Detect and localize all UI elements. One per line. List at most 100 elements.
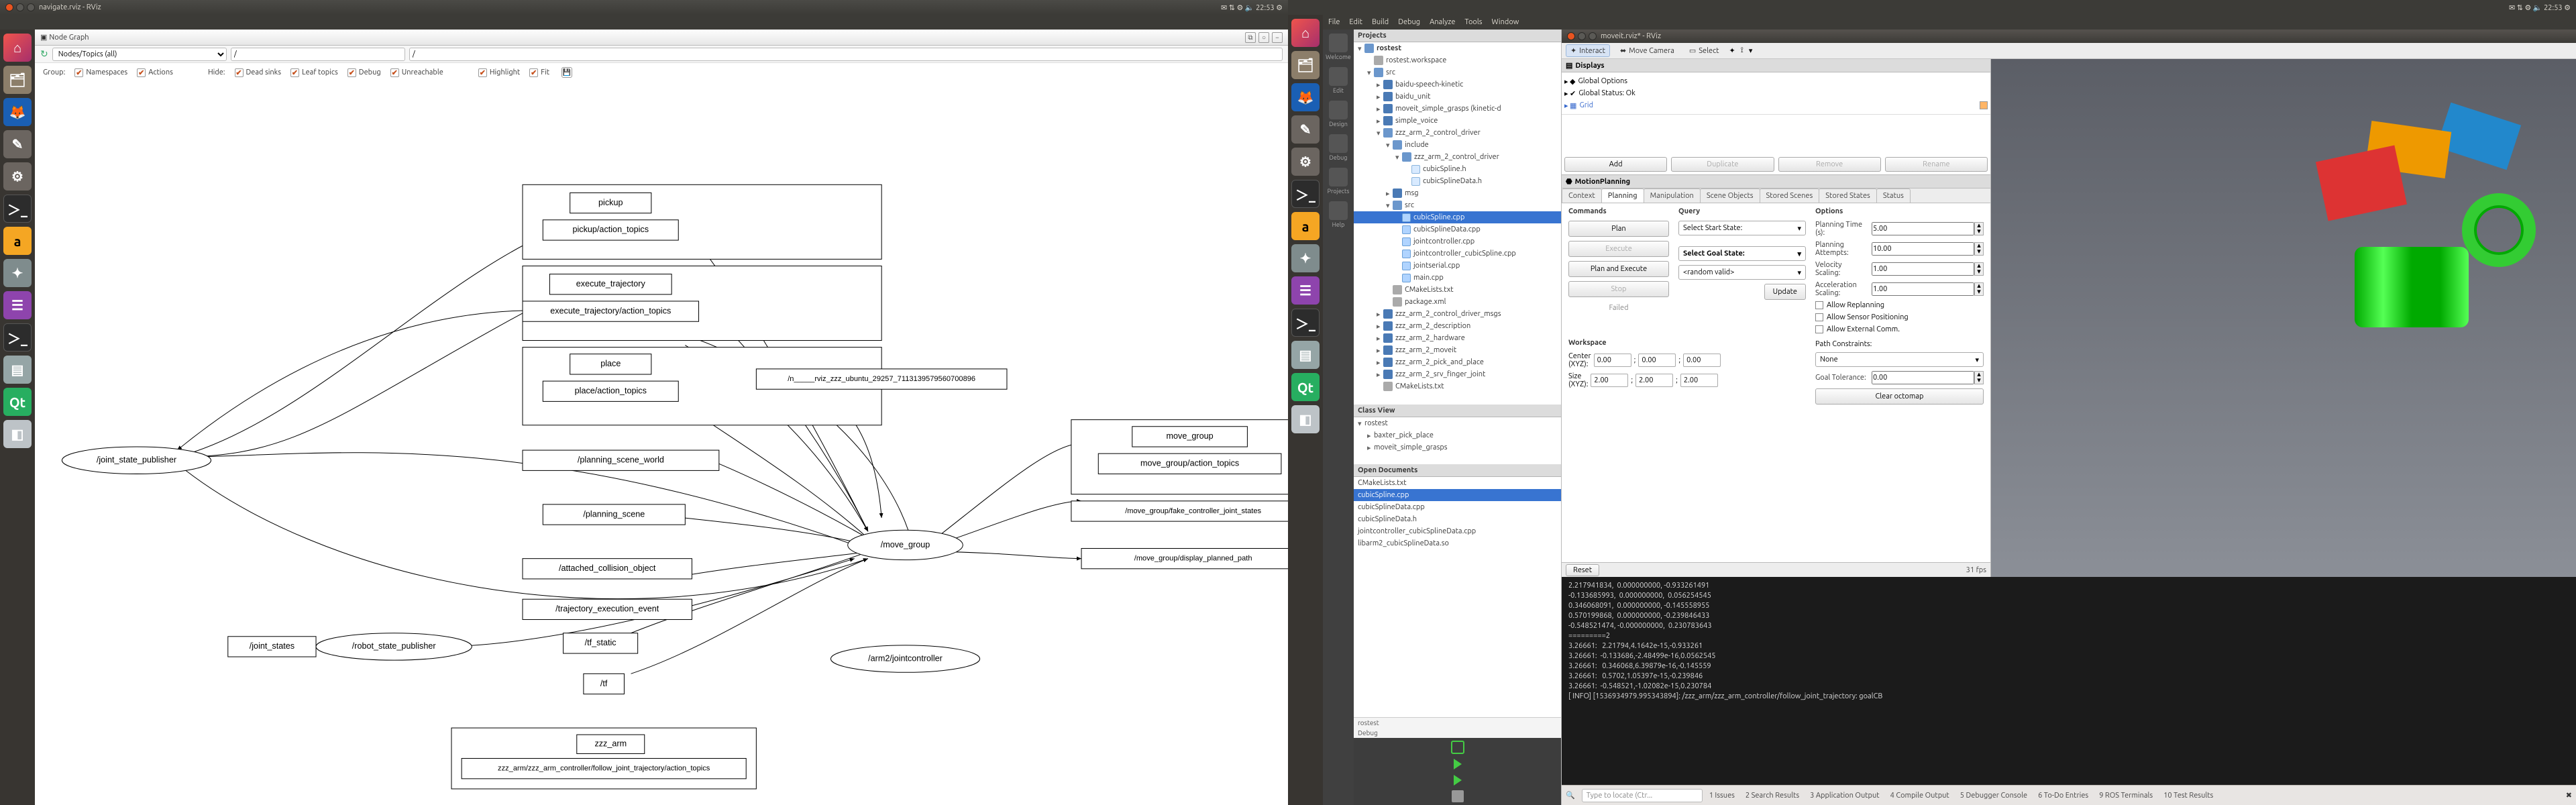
move-camera-button[interactable]: ⬌ Move Camera [1615, 44, 1679, 57]
open-doc[interactable]: libarm2_cubicSplineData.so [1354, 537, 1561, 549]
add-button[interactable]: Add [1564, 157, 1667, 172]
app-icon[interactable]: ✦ [3, 259, 32, 287]
mode-welcome[interactable]: Welcome [1325, 34, 1352, 60]
tree-item[interactable]: ▸baidu-speech-kinetic [1354, 78, 1561, 91]
status-item[interactable]: 9 ROS Terminals [2099, 792, 2153, 800]
terminal-icon[interactable]: ＞_ [1291, 180, 1320, 208]
goal-tolerance-input[interactable] [1872, 371, 1974, 384]
global-options-row[interactable]: ▸ ◆Global Options [1564, 75, 1988, 87]
qt-menubar[interactable]: FileEditBuildDebugAnalyzeToolsWindow [1323, 15, 2576, 30]
files-icon[interactable]: 🗂 [1291, 51, 1320, 79]
select-goal-dropdown[interactable]: Select Goal State:▾ [1678, 246, 1806, 261]
size-x-input[interactable] [1591, 374, 1628, 387]
tree-item[interactable]: ▾include [1354, 139, 1561, 151]
filter-input-2[interactable] [409, 48, 1283, 61]
firefox-icon[interactable]: 🦊 [3, 98, 32, 126]
menu-analyze[interactable]: Analyze [1430, 18, 1455, 26]
app-icon[interactable]: ✎ [3, 130, 32, 158]
minus-icon[interactable]: − [1272, 32, 1283, 43]
terminal-icon[interactable]: ＞_ [3, 195, 32, 223]
allow-sensor-checkbox[interactable]: Allow Sensor Positioning [1815, 313, 1984, 321]
window-close-icon[interactable] [5, 3, 13, 11]
window-max-icon[interactable] [1589, 32, 1597, 40]
interact-button[interactable]: ✦ Interact [1566, 44, 1610, 57]
class-item[interactable]: ▾rostest [1354, 417, 1561, 429]
tree-item[interactable]: main.cpp [1354, 272, 1561, 284]
tree-item[interactable]: cubicSplineData.cpp [1354, 223, 1561, 235]
amazon-icon[interactable]: a [1291, 212, 1320, 240]
window-min-icon[interactable] [1578, 32, 1586, 40]
actions-checkbox[interactable]: ✔Actions [137, 68, 173, 77]
app-icon[interactable]: ✎ [1291, 115, 1320, 144]
filter-input-1[interactable] [231, 48, 405, 61]
size-y-input[interactable] [1635, 374, 1673, 387]
plan-and-execute-button[interactable]: Plan and Execute [1568, 261, 1669, 277]
status-item[interactable]: 10 Test Results [2163, 792, 2213, 800]
path-constraints-dropdown[interactable]: None▾ [1815, 352, 1984, 367]
window-max-icon[interactable] [27, 3, 35, 11]
planning-time-input[interactable] [1872, 222, 1974, 235]
status-item[interactable]: 1 Issues [1709, 792, 1735, 800]
mode-projects[interactable]: Projects [1325, 168, 1352, 195]
menu-tools[interactable]: Tools [1464, 18, 1482, 26]
build-icon[interactable] [1452, 790, 1464, 802]
tree-item[interactable]: ▸moveit_simple_grasps (kinetic-d [1354, 103, 1561, 115]
select-button[interactable]: ▭ Select [1684, 44, 1724, 57]
tab-manipulation[interactable]: Manipulation [1644, 189, 1701, 203]
tree-item[interactable]: jointcontroller.cpp [1354, 235, 1561, 248]
open-doc[interactable]: cubicSplineData.h [1354, 513, 1561, 525]
measure-icon[interactable]: ⟟ [1741, 46, 1743, 55]
plan-button[interactable]: Plan [1568, 221, 1669, 237]
tree-item[interactable]: jointcontroller_cubicSpline.cpp [1354, 248, 1561, 260]
qt-icon[interactable]: Qt [1291, 373, 1320, 401]
tree-item[interactable]: cubicSplineData.h [1354, 175, 1561, 187]
app-icon[interactable]: ⚙ [1291, 148, 1320, 176]
global-status-row[interactable]: ▸ ✔Global Status: Ok [1564, 87, 1988, 99]
tree-item[interactable]: ▸zzz_arm_2_hardware [1354, 332, 1561, 344]
files-icon[interactable]: 🗂 [3, 66, 32, 94]
firefox-icon[interactable]: 🦊 [1291, 83, 1320, 111]
status-item[interactable]: 3 Application Output [1810, 792, 1879, 800]
tree-item[interactable]: ▾zzz_arm_2_control_driver [1354, 127, 1561, 139]
fit-checkbox[interactable]: ✔Fit [529, 68, 549, 77]
qt-icon[interactable]: Qt [3, 388, 32, 416]
mode-help[interactable]: Help [1325, 201, 1352, 228]
tab-status[interactable]: Status [1876, 189, 1911, 203]
select-start-dropdown[interactable]: Select Start State:▾ [1678, 221, 1806, 235]
settings-icon[interactable]: ○ [1258, 32, 1269, 43]
center-x-input[interactable] [1594, 354, 1631, 367]
tab-context[interactable]: Context [1562, 189, 1602, 203]
open-doc[interactable]: cubicSplineData.cpp [1354, 501, 1561, 513]
update-button[interactable]: Update [1764, 284, 1806, 300]
goal-value-dropdown[interactable]: <random valid>▾ [1678, 265, 1806, 280]
menu-window[interactable]: Window [1492, 18, 1519, 26]
tree-item[interactable]: CMakeLists.txt [1354, 380, 1561, 392]
namespaces-checkbox[interactable]: ✔Namespaces [74, 68, 127, 77]
status-item[interactable]: 4 Compile Output [1890, 792, 1949, 800]
accel-scaling-input[interactable] [1872, 282, 1974, 296]
window-close-icon[interactable] [1567, 32, 1575, 40]
tab-stored-states[interactable]: Stored States [1819, 189, 1877, 203]
tree-item[interactable]: ▸zzz_arm_2_control_driver_msgs [1354, 308, 1561, 320]
tab-stored-scenes[interactable]: Stored Scenes [1760, 189, 1820, 203]
open-doc[interactable]: CMakeLists.txt [1354, 477, 1561, 489]
dead-sinks-checkbox[interactable]: ✔Dead sinks [235, 68, 282, 77]
debug-play-icon[interactable] [1454, 775, 1462, 786]
menu-file[interactable]: File [1328, 18, 1340, 26]
class-item[interactable]: ▸baxter_pick_place [1354, 429, 1561, 441]
tree-item[interactable]: ▾src [1354, 66, 1561, 78]
debug-checkbox[interactable]: ✔Debug [347, 68, 381, 77]
amazon-icon[interactable]: a [3, 227, 32, 255]
menu-debug[interactable]: Debug [1398, 18, 1420, 26]
tree-item[interactable]: ▸zzz_arm_2_description [1354, 320, 1561, 332]
reset-button[interactable]: Reset [1566, 564, 1599, 576]
tree-item[interactable]: ▸zzz_arm_2_srv_finger_joint [1354, 368, 1561, 380]
mode-edit[interactable]: Edit [1325, 67, 1352, 94]
tree-item[interactable]: ▸baidu_unit [1354, 91, 1561, 103]
clear-octomap-button[interactable]: Clear octomap [1815, 388, 1984, 405]
open-doc[interactable]: cubicSpline.cpp [1354, 489, 1561, 501]
system-tray[interactable]: ✉ ⇅ ⚙ 🔈 22:53 ⚙ [2509, 3, 2571, 12]
center-y-input[interactable] [1638, 354, 1676, 367]
tree-item[interactable]: ▸msg [1354, 187, 1561, 199]
app-icon[interactable]: ▤ [1291, 341, 1320, 369]
